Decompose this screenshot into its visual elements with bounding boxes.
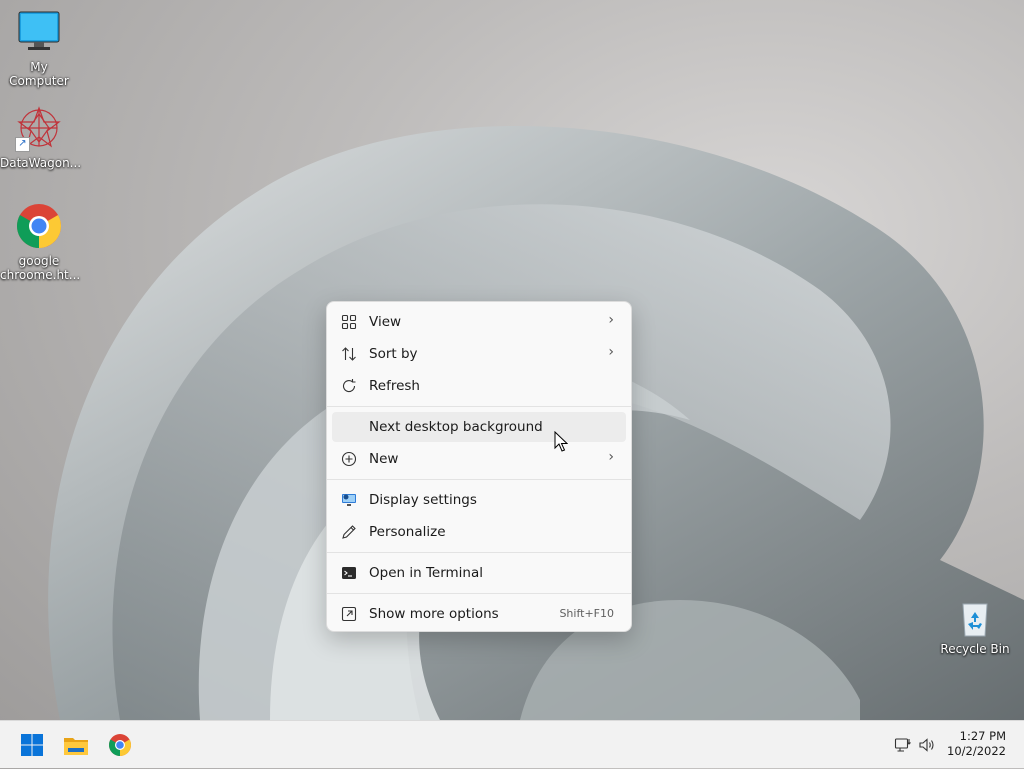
terminal-icon [341,565,357,581]
menu-item-label: Open in Terminal [369,565,483,581]
datawagon-logo-icon: ↗ [15,104,63,152]
shortcut-arrow-icon: ↗ [15,137,30,152]
file-explorer-button[interactable] [60,729,92,761]
menu-item-show-more-options[interactable]: Show more options Shift+F10 [332,599,626,629]
clock-date: 10/2/2022 [947,744,1006,758]
mouse-cursor-icon [554,430,569,457]
menu-item-label: New [369,451,399,467]
menu-item-label: Sort by [369,346,418,362]
pencil-icon [341,524,357,540]
menu-item-label: Show more options [369,606,499,622]
network-icon[interactable] [894,736,912,758]
menu-item-personalize[interactable]: Personalize [332,517,626,547]
menu-separator [327,406,631,407]
desktop-icon-recycle-bin[interactable]: Recycle Bin [936,598,1014,656]
clock-time: 1:27 PM [959,729,1006,743]
menu-item-display-settings[interactable]: Display settings [332,485,626,515]
chevron-right-icon: › [608,312,614,328]
chevron-right-icon: › [608,344,614,360]
menu-item-view[interactable]: View › [332,307,626,337]
desktop-icon-label: My Computer [9,60,69,88]
volume-icon[interactable] [918,736,936,758]
sort-arrows-icon [341,346,357,362]
menu-item-open-in-terminal[interactable]: Open in Terminal [332,558,626,588]
desktop-icon-label-line1: google [18,254,60,268]
menu-item-sort-by[interactable]: Sort by › [332,339,626,369]
windows-logo-icon [16,734,48,765]
chrome-taskbar-button[interactable] [104,729,136,761]
display-settings-icon [341,492,357,508]
menu-item-label: View [369,314,402,330]
chrome-icon [15,202,63,250]
menu-separator [327,479,631,480]
chevron-right-icon: › [608,449,614,465]
refresh-icon [341,378,357,394]
menu-item-label: Display settings [369,492,477,508]
menu-item-label: Refresh [369,378,420,394]
menu-item-label: Personalize [369,524,446,540]
folder-icon [60,738,92,765]
chrome-icon [104,734,136,765]
menu-item-refresh[interactable]: Refresh [332,371,626,401]
menu-item-new[interactable]: New › [332,444,626,474]
desktop-icon-label: DataWagon... [0,156,82,170]
recycle-bin-icon [955,598,995,638]
expand-icon [341,606,357,622]
desktop-icon-chrome-html[interactable]: google chroome.ht... [0,202,81,282]
grid-icon [341,314,357,330]
taskbar: 1:27 PM 10/2/2022 [0,720,1024,768]
menu-item-label: Next desktop background [369,419,543,435]
desktop-icon-datawagon[interactable]: ↗ DataWagon... [0,104,82,170]
desktop-context-menu: View › Sort by › Refresh Next desktop ba… [326,301,632,632]
monitor-icon [15,8,63,56]
plus-circle-icon [341,451,357,467]
shortcut-label: Shift+F10 [559,607,614,620]
desktop-icon-label-line2: chroome.ht... [0,268,81,282]
desktop-icon-label: Recycle Bin [940,642,1010,656]
taskbar-clock[interactable]: 1:27 PM 10/2/2022 [947,729,1006,759]
start-button[interactable] [16,729,48,761]
desktop-icon-my-computer[interactable]: My Computer [0,8,78,88]
menu-separator [327,552,631,553]
menu-item-next-desktop-background[interactable]: Next desktop background [332,412,626,442]
menu-separator [327,593,631,594]
